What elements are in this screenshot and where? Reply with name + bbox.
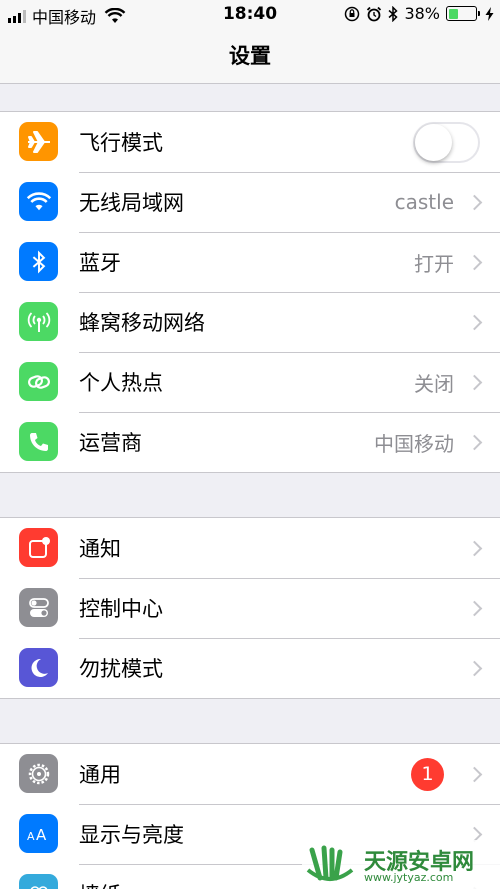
chevron-right-icon — [466, 374, 483, 390]
update-badge: 1 — [411, 757, 444, 791]
watermark-url: www.jytyaz.com — [364, 871, 454, 884]
wifi-label: 无线局域网 — [79, 191, 184, 215]
general-label: 通用 — [79, 763, 121, 787]
wallpaper-icon — [19, 874, 58, 889]
page-title: 设置 — [229, 44, 271, 68]
charging-bolt-icon — [485, 6, 494, 21]
display-label: 显示与亮度 — [79, 823, 184, 847]
do-not-disturb-label: 勿扰模式 — [79, 657, 163, 681]
settings-row-general[interactable]: 通用 1 — [0, 744, 500, 804]
settings-row-bluetooth[interactable]: 蓝牙 打开 — [0, 232, 500, 292]
airplane-mode-toggle[interactable] — [413, 121, 480, 163]
notifications-icon — [19, 528, 58, 567]
wallpaper-label: 墙纸 — [79, 879, 121, 889]
settings-row-do-not-disturb[interactable]: 勿扰模式 — [0, 638, 500, 698]
chevron-right-icon — [466, 434, 483, 450]
chevron-right-icon — [466, 660, 483, 676]
chevron-right-icon — [466, 600, 483, 616]
chevron-right-icon — [466, 540, 483, 556]
control-center-icon — [19, 588, 58, 627]
cellular-label: 蜂窝移动网络 — [79, 311, 205, 335]
battery-percent: 38% — [404, 4, 440, 23]
battery-icon — [446, 6, 480, 21]
wifi-value: castle — [394, 190, 454, 214]
wifi-icon — [19, 182, 58, 221]
chevron-right-icon — [466, 766, 483, 782]
notifications-label: 通知 — [79, 537, 121, 561]
carrier-value: 中国移动 — [374, 431, 454, 456]
cellular-icon — [19, 302, 58, 341]
svg-text:A: A — [27, 830, 35, 843]
settings-row-wifi[interactable]: 无线局域网 castle — [0, 172, 500, 232]
settings-row-cellular[interactable]: 蜂窝移动网络 — [0, 292, 500, 352]
settings-row-control-center[interactable]: 控制中心 — [0, 578, 500, 638]
airplane-mode-label: 飞行模式 — [79, 131, 163, 155]
bluetooth-status-icon — [388, 5, 399, 22]
bluetooth-value: 打开 — [414, 251, 454, 276]
carrier-label: 运营商 — [79, 431, 142, 455]
moon-icon — [19, 648, 58, 687]
hotspot-icon — [19, 362, 58, 401]
control-center-label: 控制中心 — [79, 597, 163, 621]
chevron-right-icon — [466, 314, 483, 330]
android-logo-icon — [306, 845, 354, 881]
alarm-icon — [367, 6, 382, 21]
orientation-lock-icon — [345, 6, 360, 21]
airplane-icon — [19, 122, 58, 161]
nav-bar: 设置 — [0, 28, 500, 84]
settings-row-airplane: 飞行模式 — [0, 112, 500, 172]
connectivity-group: 飞行模式 无线局域网 castle 蓝牙 打开 蜂窝移动网络 个人热点 关闭 运… — [0, 111, 500, 473]
bluetooth-label: 蓝牙 — [79, 251, 121, 275]
svg-text:A: A — [36, 826, 47, 844]
hotspot-label: 个人热点 — [79, 371, 163, 395]
system-group: 通知 控制中心 勿扰模式 — [0, 517, 500, 699]
hotspot-value: 关闭 — [414, 371, 454, 396]
settings-row-carrier[interactable]: 运营商 中国移动 — [0, 412, 500, 472]
bluetooth-icon — [19, 242, 58, 281]
phone-icon — [19, 422, 58, 461]
chevron-right-icon — [466, 254, 483, 270]
status-bar: 中国移动 18:40 38% — [0, 0, 500, 28]
display-icon: AA — [19, 814, 58, 853]
settings-row-hotspot[interactable]: 个人热点 关闭 — [0, 352, 500, 412]
settings-row-notifications[interactable]: 通知 — [0, 518, 500, 578]
watermark: 天源安卓网 www.jytyaz.com — [302, 840, 500, 889]
chevron-right-icon — [466, 194, 483, 210]
gear-icon — [19, 754, 58, 793]
